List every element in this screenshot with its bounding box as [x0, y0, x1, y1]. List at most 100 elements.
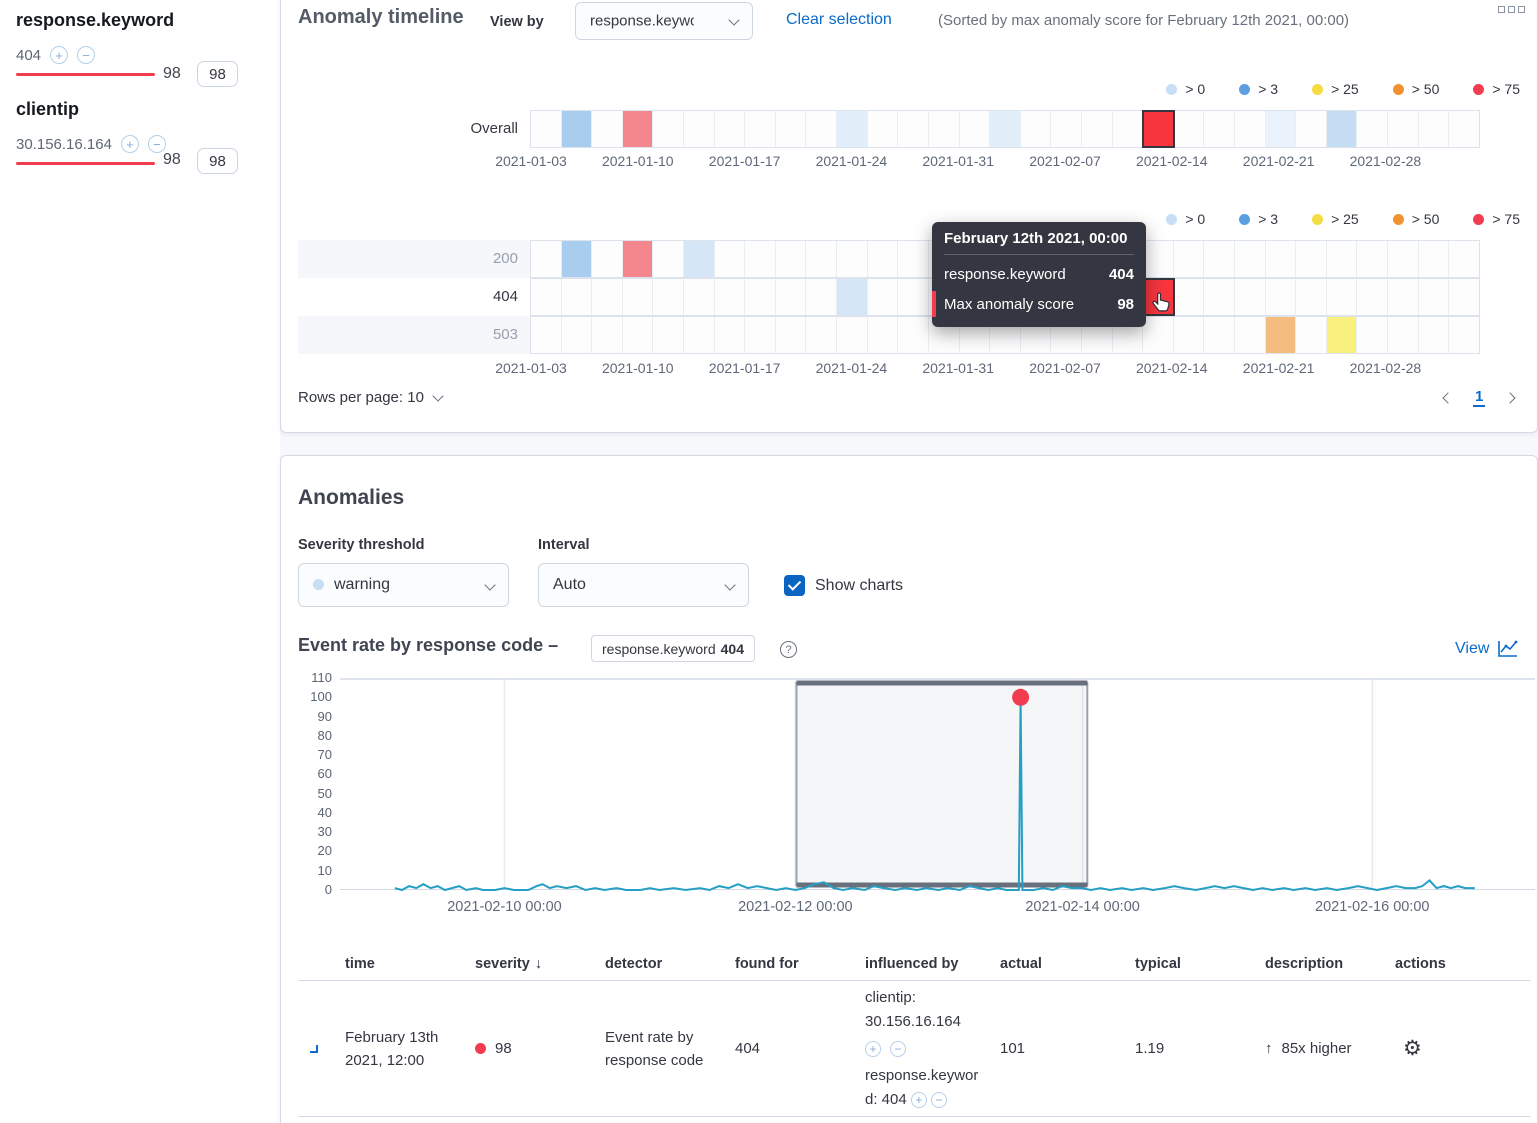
page-number[interactable]: 1	[1473, 388, 1485, 407]
swimlane-cell[interactable]	[1174, 111, 1205, 147]
swimlane-cell[interactable]	[623, 317, 654, 353]
swimlane-cell[interactable]	[960, 111, 991, 147]
swimlane-cell[interactable]	[868, 241, 899, 277]
swimlane-cell[interactable]	[623, 279, 654, 315]
swimlane-cell[interactable]	[1143, 111, 1174, 147]
swimlane-cell[interactable]	[1388, 279, 1419, 315]
swimlane-cell[interactable]	[715, 111, 746, 147]
swimlane-cell[interactable]	[653, 317, 684, 353]
swimlane-cell[interactable]	[1235, 317, 1266, 353]
swimlane-cell[interactable]	[806, 111, 837, 147]
swimlane-cell[interactable]	[623, 241, 654, 277]
swimlane-cell[interactable]	[684, 111, 715, 147]
swimlane-cell[interactable]	[776, 241, 807, 277]
swimlane-cell[interactable]	[1204, 279, 1235, 315]
swimlane-cell[interactable]	[592, 279, 623, 315]
event-rate-chart[interactable]	[340, 678, 1535, 892]
swimlane-cell[interactable]	[1296, 111, 1327, 147]
swimlane-cell[interactable]	[715, 279, 746, 315]
swimlane-cell[interactable]	[715, 241, 746, 277]
swimlane-cell[interactable]	[1235, 111, 1266, 147]
swimlane-row-label[interactable]: 404	[298, 278, 530, 316]
swimlane-cell[interactable]	[1388, 111, 1419, 147]
column-header-description[interactable]: description	[1265, 956, 1395, 972]
swimlane-cell[interactable]	[1266, 241, 1297, 277]
influencer-value[interactable]: 30.156.16.164	[16, 136, 112, 153]
swimlane-cell[interactable]	[653, 111, 684, 147]
swimlane-cell[interactable]	[1357, 279, 1388, 315]
add-filter-icon[interactable]: +	[865, 1041, 881, 1057]
swimlane-cell[interactable]	[1357, 241, 1388, 277]
swimlane-cell[interactable]	[837, 317, 868, 353]
column-header-actual[interactable]: actual	[1000, 956, 1135, 972]
add-filter-icon[interactable]: +	[50, 46, 68, 64]
swimlane-cell[interactable]	[684, 317, 715, 353]
swimlane-cell[interactable]	[1235, 279, 1266, 315]
swimlane-cell[interactable]	[531, 111, 562, 147]
swimlane-cell[interactable]	[562, 111, 593, 147]
swimlane-cell[interactable]	[1204, 111, 1235, 147]
swimlane-cell[interactable]	[1204, 317, 1235, 353]
swimlane-cell[interactable]	[745, 317, 776, 353]
swimlane-cell[interactable]	[1235, 241, 1266, 277]
remove-filter-icon[interactable]: −	[890, 1041, 906, 1057]
swimlane-cell[interactable]	[745, 241, 776, 277]
clear-selection-button[interactable]: Clear selection	[786, 11, 892, 29]
rows-per-page-select[interactable]: Rows per page: 10	[298, 389, 442, 406]
swimlane-cell[interactable]	[1449, 111, 1479, 147]
panel-options-icon[interactable]	[1498, 6, 1525, 13]
swimlane-cell[interactable]	[806, 241, 837, 277]
swimlane-cell[interactable]	[745, 279, 776, 315]
swimlane-cell[interactable]	[1082, 111, 1113, 147]
swimlane-cell[interactable]	[898, 241, 929, 277]
swimlane-cell[interactable]	[868, 279, 899, 315]
swimlane-cell[interactable]	[653, 279, 684, 315]
swimlane-cell[interactable]	[1388, 241, 1419, 277]
column-header-detector[interactable]: detector	[605, 956, 735, 972]
swimlane-cell[interactable]	[868, 111, 899, 147]
swimlane-cell[interactable]	[1419, 317, 1450, 353]
swimlane-cell[interactable]	[684, 241, 715, 277]
swimlane-cell[interactable]	[1143, 241, 1174, 277]
swimlane-cell[interactable]	[1296, 317, 1327, 353]
swimlane-cell[interactable]	[1113, 111, 1144, 147]
swimlane-cell[interactable]	[1143, 317, 1174, 353]
swimlane-cell[interactable]	[1174, 241, 1205, 277]
swimlane-cell[interactable]	[776, 317, 807, 353]
show-charts-checkbox[interactable]	[784, 575, 805, 596]
swimlane-cell[interactable]	[1174, 317, 1205, 353]
swimlane-cell[interactable]	[776, 279, 807, 315]
swimlane-cell[interactable]	[898, 111, 929, 147]
remove-filter-icon[interactable]: −	[77, 46, 95, 64]
swimlane-cell[interactable]	[653, 241, 684, 277]
swimlane-cell[interactable]	[990, 111, 1021, 147]
swimlane-cell[interactable]	[1388, 317, 1419, 353]
swimlane-cell[interactable]	[1327, 279, 1358, 315]
swimlane-cell[interactable]	[1051, 111, 1082, 147]
swimlane-cell[interactable]	[745, 111, 776, 147]
swimlane-cell[interactable]	[1357, 111, 1388, 147]
swimlane-cell[interactable]	[592, 241, 623, 277]
column-header-found-for[interactable]: found for	[735, 956, 865, 972]
swimlane-cell[interactable]	[1266, 111, 1297, 147]
swimlane-cell[interactable]	[837, 241, 868, 277]
swimlane-cell[interactable]	[898, 279, 929, 315]
swimlane-cell[interactable]	[1327, 241, 1358, 277]
swimlane-cell[interactable]	[1296, 241, 1327, 277]
swimlane-cell[interactable]	[531, 241, 562, 277]
swimlane-cell[interactable]	[684, 279, 715, 315]
add-filter-icon[interactable]: +	[911, 1092, 927, 1108]
column-header-time[interactable]: time	[345, 956, 475, 972]
swimlane-cell[interactable]	[1021, 111, 1052, 147]
swimlane-cell[interactable]	[1266, 279, 1297, 315]
swimlane-cell[interactable]	[1449, 317, 1479, 353]
actions-gear-icon[interactable]: ⚙	[1403, 1037, 1422, 1060]
swimlane-cell[interactable]	[1419, 111, 1450, 147]
swimlane-row-label[interactable]: 200	[298, 240, 530, 278]
swimlane-cell[interactable]	[1266, 317, 1297, 353]
swimlane-cell[interactable]	[623, 111, 654, 147]
swimlane-cell[interactable]	[1296, 279, 1327, 315]
swimlane-cell[interactable]	[592, 317, 623, 353]
swimlane-cell[interactable]	[868, 317, 899, 353]
swimlane-cell[interactable]	[806, 279, 837, 315]
